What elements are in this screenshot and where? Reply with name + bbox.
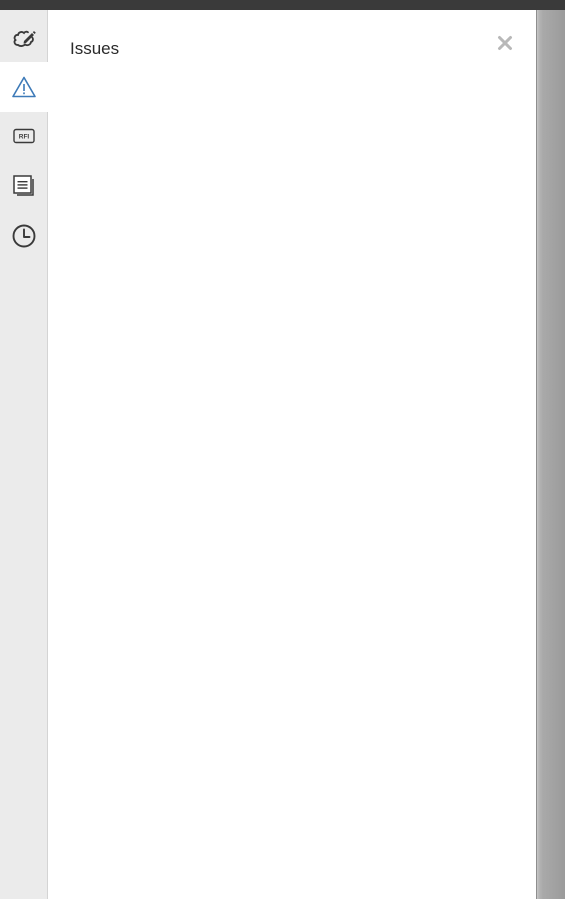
rail-item-rfi[interactable]: RFI bbox=[0, 111, 47, 161]
top-bar bbox=[0, 0, 565, 10]
rfi-icon-label: RFI bbox=[18, 134, 29, 141]
warning-triangle-icon bbox=[11, 75, 37, 99]
cloud-pencil-icon bbox=[11, 25, 37, 51]
close-icon bbox=[497, 35, 513, 56]
rail-item-markup[interactable] bbox=[0, 13, 47, 63]
panel-title: Issues bbox=[70, 39, 120, 58]
document-stack-icon bbox=[11, 173, 37, 199]
rail-item-issues[interactable] bbox=[0, 62, 48, 112]
rfi-icon: RFI bbox=[12, 127, 36, 145]
viewer-background bbox=[536, 10, 565, 899]
close-button[interactable] bbox=[494, 34, 516, 56]
issues-panel: Issues bbox=[48, 10, 536, 899]
rail-item-sheets[interactable] bbox=[0, 161, 47, 211]
side-rail: RFI bbox=[0, 10, 48, 899]
clock-icon bbox=[11, 223, 37, 249]
rail-item-history[interactable] bbox=[0, 211, 47, 261]
